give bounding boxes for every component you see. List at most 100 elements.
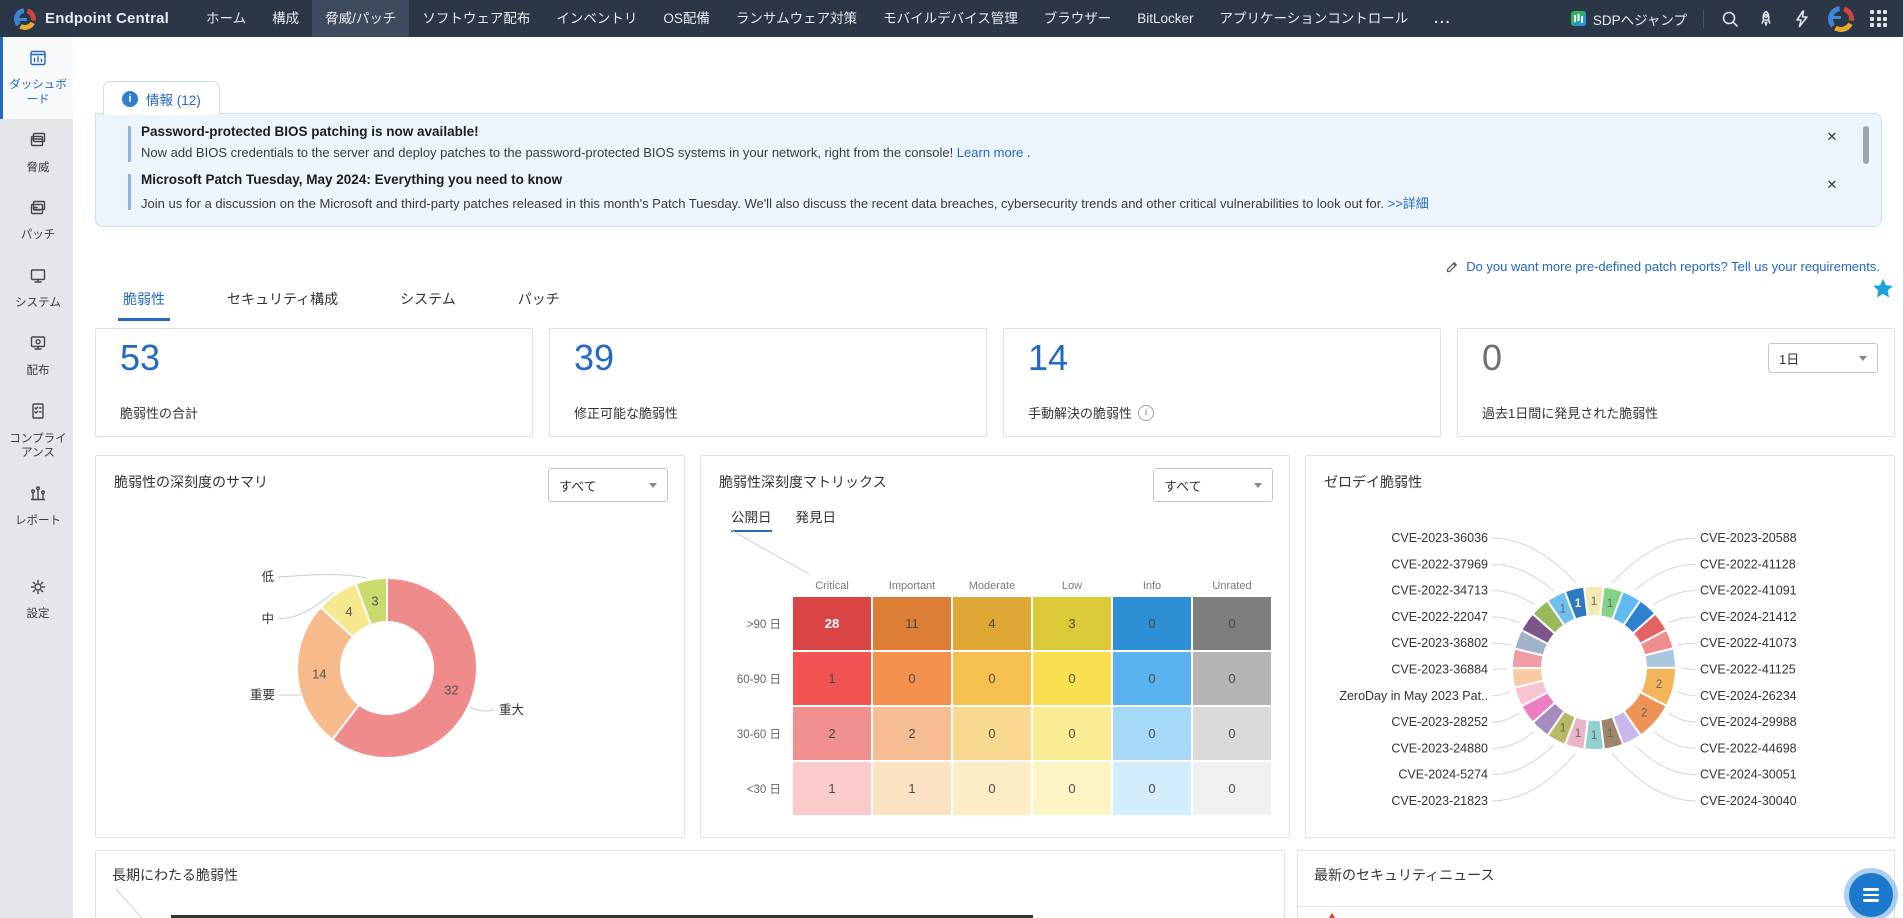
patch-icon [28, 198, 48, 222]
notification-link[interactable]: >>詳細 [1388, 196, 1429, 211]
matrix-cell[interactable]: 2 [873, 707, 951, 760]
brand[interactable]: Endpoint Central [0, 8, 193, 30]
cve-label[interactable]: CVE-2023-36036 [1391, 531, 1488, 545]
nav-item[interactable]: BitLocker [1124, 0, 1206, 37]
deployment-icon [28, 333, 48, 357]
notification-link[interactable]: Learn more [957, 145, 1023, 160]
patch-reports-prompt-link[interactable]: Do you want more pre-defined patch repor… [1445, 259, 1880, 274]
close-icon[interactable]: ✕ [1823, 128, 1841, 146]
cve-label[interactable]: CVE-2024-21412 [1700, 610, 1797, 624]
matrix-cell[interactable]: 0 [1193, 707, 1271, 760]
cve-label[interactable]: CVE-2022-44698 [1700, 741, 1797, 755]
matrix-cell[interactable]: 0 [1033, 707, 1111, 760]
sidebar-item-deployment[interactable]: 配布 [0, 322, 73, 390]
cve-label[interactable]: CVE-2024-26234 [1700, 689, 1797, 703]
chat-fab-button[interactable] [1849, 873, 1893, 917]
cve-label[interactable]: CVE-2024-30051 [1700, 768, 1797, 782]
matrix-cell[interactable]: 0 [1193, 597, 1271, 650]
news-title: 最新のセキュリティニュース [1314, 865, 1494, 885]
cve-label[interactable]: CVE-2024-5274 [1398, 768, 1488, 782]
info-icon[interactable]: i [1138, 405, 1154, 421]
matrix-cell[interactable]: 0 [1113, 707, 1191, 760]
matrix-cell[interactable]: 0 [1193, 652, 1271, 705]
matrix-cell[interactable]: 0 [953, 652, 1031, 705]
banner-scrollbar[interactable] [1863, 126, 1869, 164]
cve-label[interactable]: CVE-2023-21823 [1391, 794, 1488, 808]
cve-label[interactable]: CVE-2023-36802 [1391, 636, 1488, 650]
cve-label[interactable]: CVE-2023-24880 [1391, 741, 1488, 755]
sdp-jump-link[interactable]: SDPへジャンプ [1571, 9, 1687, 29]
info-banner-tab[interactable]: i 情報 (12) [103, 81, 220, 115]
matrix-cell[interactable]: 4 [953, 597, 1031, 650]
stat-label-row: 修正可能な脆弱性 [574, 403, 678, 422]
cve-label[interactable]: ZeroDay in May 2023 Pat.. [1339, 689, 1488, 703]
cve-label[interactable]: CVE-2022-41128 [1700, 557, 1796, 571]
matrix-cell[interactable]: 1 [873, 762, 951, 815]
cve-label[interactable]: CVE-2024-29988 [1700, 715, 1797, 729]
info-tab-label: 情報 (12) [146, 89, 201, 109]
matrix-cell[interactable]: 0 [1113, 762, 1191, 815]
nav-item[interactable]: ホーム [193, 0, 259, 37]
matrix-filter-select[interactable]: すべて [1153, 468, 1273, 502]
cve-label[interactable]: CVE-2022-41073 [1700, 636, 1797, 650]
cve-label[interactable]: CVE-2023-20588 [1700, 531, 1797, 545]
matrix-cell[interactable]: 1 [793, 762, 871, 815]
apps-grid-icon[interactable] [1870, 10, 1887, 27]
view-tab-パッチ[interactable]: パッチ [513, 289, 565, 321]
sidebar-item-system[interactable]: システム [0, 255, 73, 323]
matrix-cell[interactable]: 28 [793, 597, 871, 650]
matrix-cell[interactable]: 0 [1113, 597, 1191, 650]
sidebar-item-threat[interactable]: 脅威 [0, 119, 73, 187]
cve-label[interactable]: CVE-2022-22047 [1391, 610, 1488, 624]
matrix-cell[interactable]: 11 [873, 597, 951, 650]
close-icon[interactable]: ✕ [1823, 176, 1841, 194]
view-tab-脆弱性[interactable]: 脆弱性 [118, 289, 170, 321]
cve-label[interactable]: CVE-2022-37969 [1391, 557, 1488, 571]
nav-item[interactable]: 脅威/パッチ [312, 0, 409, 37]
cve-label[interactable]: CVE-2022-34713 [1391, 584, 1488, 598]
sidebar-item-dashboard[interactable]: ダッシュボード [0, 37, 73, 119]
zeroday-donut-chart[interactable]: 1122111111CVE-2023-36036CVE-2022-37969CV… [1306, 496, 1895, 838]
cve-label[interactable]: CVE-2022-41125 [1700, 663, 1796, 677]
matrix-cell[interactable]: 0 [1033, 762, 1111, 815]
brand-name: Endpoint Central [45, 10, 169, 27]
nav-item[interactable]: ランサムウェア対策 [723, 0, 870, 37]
cve-label[interactable]: CVE-2023-36884 [1391, 663, 1488, 677]
news-item-icon [1324, 913, 1340, 918]
period-select[interactable]: 1日 [1768, 343, 1878, 373]
sidebar-item-patch[interactable]: パッチ [0, 187, 73, 255]
matrix-cell[interactable]: 0 [1033, 652, 1111, 705]
nav-item[interactable]: インベントリ [543, 0, 650, 37]
view-tab-システム[interactable]: システム [395, 289, 461, 321]
nav-item[interactable]: 構成 [259, 0, 312, 37]
nav-more-button[interactable]: ... [1421, 0, 1464, 37]
nav-item[interactable]: ソフトウェア配布 [409, 0, 543, 37]
severity-donut-chart[interactable]: 321443低中重要重大 [96, 496, 685, 838]
quick-actions-zap-icon[interactable] [1792, 9, 1812, 29]
matrix-cell[interactable]: 0 [1113, 652, 1191, 705]
nav-item[interactable]: アプリケーションコントロール [1207, 0, 1422, 37]
stat-label-row: 手動解決の脆弱性i [1028, 403, 1154, 422]
favorite-star-icon[interactable] [1871, 277, 1895, 301]
matrix-cell[interactable]: 0 [1193, 762, 1271, 815]
sidebar-item-report[interactable]: レポート [0, 472, 73, 540]
search-icon[interactable] [1720, 9, 1740, 29]
matrix-cell[interactable]: 2 [793, 707, 871, 760]
matrix-cell[interactable]: 3 [1033, 597, 1111, 650]
whats-new-rocket-icon[interactable] [1756, 9, 1776, 29]
nav-item[interactable]: ブラウザー [1031, 0, 1125, 37]
cve-label[interactable]: CVE-2024-30040 [1700, 794, 1797, 808]
cve-label[interactable]: CVE-2023-28252 [1391, 715, 1488, 729]
matrix-cell[interactable]: 0 [953, 707, 1031, 760]
sidebar-item-compliance[interactable]: コンプライアンス [0, 390, 73, 472]
matrix-cell[interactable]: 0 [953, 762, 1031, 815]
matrix-cell[interactable]: 1 [793, 652, 871, 705]
user-avatar[interactable] [1828, 6, 1854, 32]
cve-label[interactable]: CVE-2022-41091 [1700, 584, 1797, 598]
stat-label: 脆弱性の合計 [120, 403, 198, 422]
nav-item[interactable]: モバイルデバイス管理 [870, 0, 1031, 37]
sidebar-item-settings[interactable]: 設定 [0, 566, 73, 634]
view-tab-セキュリティ構成[interactable]: セキュリティ構成 [222, 289, 343, 321]
nav-item[interactable]: OS配備 [650, 0, 723, 37]
matrix-cell[interactable]: 0 [873, 652, 951, 705]
